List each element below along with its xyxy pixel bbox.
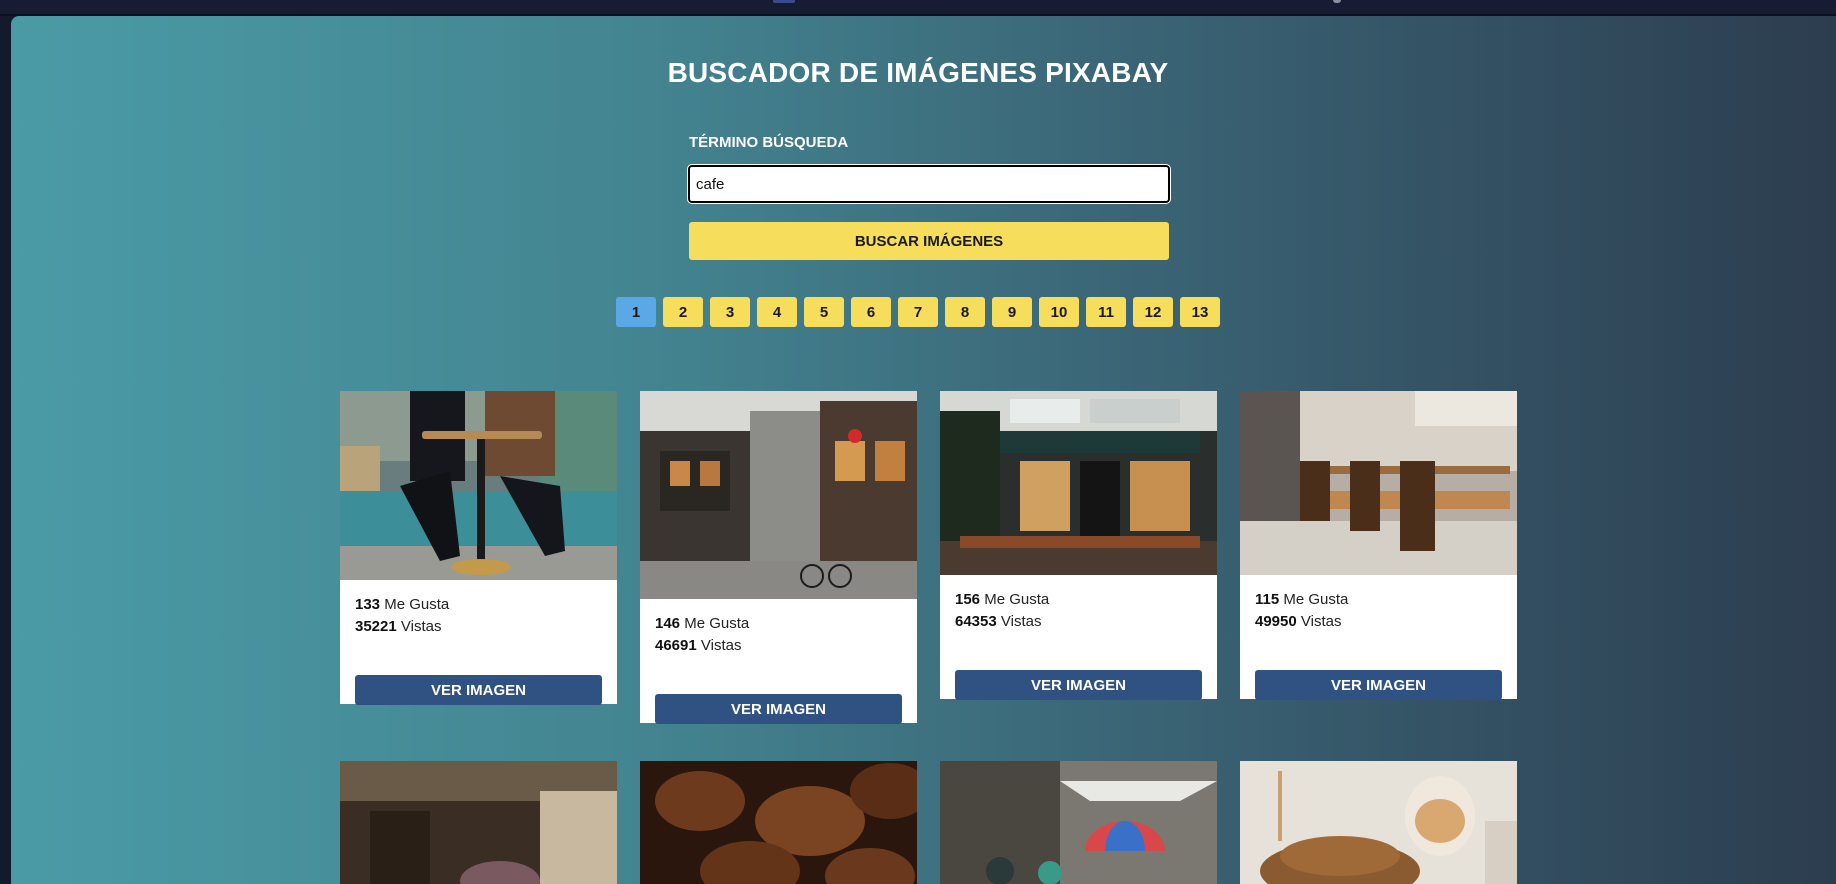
- pancakes-and-coffee-photo: [1240, 761, 1517, 884]
- image-card: [1240, 761, 1517, 884]
- likes-label: Me Gusta: [684, 615, 750, 632]
- view-image-button[interactable]: VER IMAGEN: [355, 675, 602, 705]
- image-card: 115 Me Gusta 49950 Vistas VER IMAGEN: [1240, 391, 1517, 700]
- cafe-storefront-photo: [940, 391, 1217, 575]
- views-count: 64353: [955, 613, 997, 630]
- likes-row: 146 Me Gusta: [655, 613, 902, 635]
- page-button-10[interactable]: 10: [1039, 297, 1079, 327]
- street-corner-cafe-photo: [640, 391, 917, 599]
- card-stats: 115 Me Gusta 49950 Vistas: [1240, 575, 1517, 633]
- page-button-6[interactable]: 6: [851, 297, 891, 327]
- likes-count: 133: [355, 596, 381, 613]
- page-button-12[interactable]: 12: [1133, 297, 1173, 327]
- page-button-4[interactable]: 4: [757, 297, 797, 327]
- coffee-beans-photo: [640, 761, 917, 884]
- page-button-3[interactable]: 3: [710, 297, 750, 327]
- app-container: BUSCADOR DE IMÁGENES PIXABAY TÉRMINO BÚS…: [11, 16, 1836, 884]
- image-card: 133 Me Gusta 35221 Vistas VER IMAGEN: [340, 391, 617, 705]
- view-image-button[interactable]: VER IMAGEN: [955, 670, 1202, 700]
- views-row: 49950 Vistas: [1255, 611, 1502, 633]
- likes-row: 115 Me Gusta: [1255, 589, 1502, 611]
- likes-row: 156 Me Gusta: [955, 589, 1202, 611]
- card-stats: 146 Me Gusta 46691 Vistas: [640, 599, 917, 657]
- likes-count: 146: [655, 615, 681, 632]
- image-card: [340, 761, 617, 884]
- views-label: Vistas: [1000, 613, 1042, 630]
- search-label: TÉRMINO BÚSQUEDA: [689, 134, 849, 151]
- image-card: 156 Me Gusta 64353 Vistas VER IMAGEN: [940, 391, 1217, 700]
- likes-count: 156: [955, 591, 981, 608]
- views-label: Vistas: [700, 637, 742, 654]
- page-title: BUSCADOR DE IMÁGENES PIXABAY: [667, 57, 1169, 88]
- view-image-button[interactable]: VER IMAGEN: [655, 694, 902, 724]
- cafe-interior-photo: [340, 761, 617, 884]
- page-button-2[interactable]: 2: [663, 297, 703, 327]
- likes-label: Me Gusta: [1283, 591, 1349, 608]
- likes-label: Me Gusta: [984, 591, 1050, 608]
- image-card: [640, 761, 917, 884]
- page-button-7[interactable]: 7: [898, 297, 938, 327]
- page-button-9[interactable]: 9: [992, 297, 1032, 327]
- page-button-13[interactable]: 13: [1180, 297, 1220, 327]
- street-umbrellas-photo: [940, 761, 1217, 884]
- views-count: 35221: [355, 618, 397, 635]
- card-stats: 156 Me Gusta 64353 Vistas: [940, 575, 1217, 633]
- views-label: Vistas: [1300, 613, 1342, 630]
- page-button-1[interactable]: 1: [616, 297, 656, 327]
- views-row: 64353 Vistas: [955, 611, 1202, 633]
- empty-cafe-interior-photo: [1240, 391, 1517, 575]
- likes-row: 133 Me Gusta: [355, 594, 602, 616]
- tab-indicator: [773, 0, 795, 3]
- page-button-11[interactable]: 11: [1086, 297, 1126, 327]
- views-count: 49950: [1255, 613, 1297, 630]
- views-row: 35221 Vistas: [355, 616, 602, 638]
- pagination: 1 2 3 4 5 6 7 8 9 10 11 12 13: [11, 297, 1836, 327]
- page-button-8[interactable]: 8: [945, 297, 985, 327]
- likes-label: Me Gusta: [384, 596, 450, 613]
- search-input[interactable]: [687, 164, 1171, 204]
- people-at-cafe-table-photo: [340, 391, 617, 580]
- card-stats: 133 Me Gusta 35221 Vistas: [340, 580, 617, 638]
- browser-top-bar: [0, 0, 1836, 16]
- likes-count: 115: [1255, 591, 1280, 608]
- image-card: [940, 761, 1217, 884]
- tab-indicator: [1333, 0, 1341, 3]
- views-count: 46691: [655, 637, 697, 654]
- views-row: 46691 Vistas: [655, 635, 902, 657]
- page-button-5[interactable]: 5: [804, 297, 844, 327]
- image-card: 146 Me Gusta 46691 Vistas VER IMAGEN: [640, 391, 917, 724]
- view-image-button[interactable]: VER IMAGEN: [1255, 670, 1502, 700]
- search-button[interactable]: BUSCAR IMÁGENES: [689, 222, 1169, 260]
- views-label: Vistas: [400, 618, 442, 635]
